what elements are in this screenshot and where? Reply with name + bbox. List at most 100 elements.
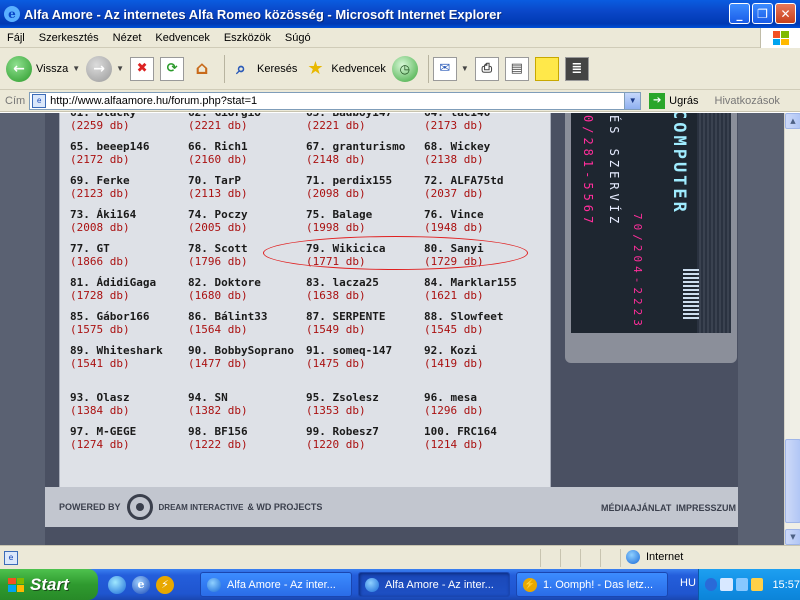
tray-app-icon[interactable]: [751, 578, 764, 591]
ad-banner[interactable]: 0/281-5567 ÉS SZERVÍZ 70/204-2223 COMPUT…: [571, 113, 731, 333]
discuss-button[interactable]: [534, 56, 559, 81]
member-name[interactable]: 85. Gábor166: [70, 310, 182, 323]
member-name[interactable]: 67. granturismo: [306, 140, 418, 153]
winamp-icon[interactable]: ⚡: [156, 575, 174, 594]
post-count: (1575 db): [70, 323, 130, 336]
member-name[interactable]: 75. Balage: [306, 208, 418, 221]
links-label[interactable]: Hivatkozások: [715, 95, 780, 107]
post-count: (1545 db): [424, 323, 484, 336]
member-name[interactable]: 89. Whiteshark: [70, 344, 182, 357]
home-button[interactable]: ⌂: [190, 57, 214, 81]
member-name[interactable]: 69. Ferke: [70, 174, 182, 187]
menu-tools[interactable]: Eszközök: [217, 32, 278, 44]
member-name[interactable]: 70. TarP: [188, 174, 300, 187]
back-button[interactable]: ← Vissza ▼: [6, 55, 80, 82]
print-button[interactable]: ⎙: [474, 56, 499, 81]
member-name[interactable]: 65. beeep146: [70, 140, 182, 153]
ad-phone-2: 70/204-2223: [631, 213, 644, 330]
stat-entry: 73. Áki164 (2008 db): [70, 208, 182, 234]
member-name[interactable]: 71. perdix155: [306, 174, 418, 187]
chevron-down-icon[interactable]: ▼: [624, 92, 641, 109]
edit-button[interactable]: ▤: [504, 56, 529, 81]
language-indicator[interactable]: HU: [680, 577, 696, 589]
member-name[interactable]: 94. SN: [188, 391, 300, 404]
impresszum-link[interactable]: IMPRESSZUM: [676, 503, 736, 513]
refresh-button[interactable]: ⟳: [160, 56, 185, 81]
member-name[interactable]: 95. Zsolesz: [306, 391, 418, 404]
post-count: (1353 db): [306, 404, 366, 417]
member-name[interactable]: 68. Wickey: [424, 140, 536, 153]
dream-interactive-link[interactable]: DREAM INTERACTIVE: [159, 503, 244, 512]
desktop-icon[interactable]: [108, 575, 126, 594]
address-input[interactable]: e http://www.alfaamore.hu/forum.php?stat…: [29, 91, 642, 110]
member-name[interactable]: 74. Poczy: [188, 208, 300, 221]
history-icon: ◷: [391, 55, 418, 82]
scroll-down-button[interactable]: ▼: [785, 529, 800, 545]
chevron-down-icon[interactable]: ▼: [461, 64, 469, 73]
member-name[interactable]: 91. someq-147: [306, 344, 418, 357]
member-name[interactable]: 87. SERPENTE: [306, 310, 418, 323]
stop-button[interactable]: ✖: [130, 56, 155, 81]
post-count: (1419 db): [424, 357, 484, 370]
member-name[interactable]: 99. Robesz7: [306, 425, 418, 438]
menu-view[interactable]: Nézet: [106, 32, 149, 44]
member-name[interactable]: 97. M-GEGE: [70, 425, 182, 438]
task-button-2[interactable]: Alfa Amore - Az inter...: [358, 572, 510, 597]
member-name[interactable]: 76. Vince: [424, 208, 536, 221]
member-name[interactable]: 93. Olasz: [70, 391, 182, 404]
favorites-button[interactable]: ★ Kedvencek: [303, 57, 386, 81]
start-button[interactable]: Start: [0, 569, 98, 600]
media-offer-link[interactable]: MÉDIAAJÁNLAT: [601, 503, 671, 513]
member-name[interactable]: 86. Bálint33: [188, 310, 300, 323]
tray-arrow-icon[interactable]: [705, 578, 718, 591]
address-url[interactable]: http://www.alfaamore.hu/forum.php?stat=1: [50, 95, 624, 107]
member-name[interactable]: 72. ALFA75td: [424, 174, 536, 187]
member-name[interactable]: 77. GT: [70, 242, 182, 255]
member-name[interactable]: 90. BobbySoprano: [188, 344, 300, 357]
ie-icon: [207, 577, 221, 592]
dream-logo-icon[interactable]: [126, 494, 153, 520]
volume-icon[interactable]: [735, 578, 749, 591]
task-button-1[interactable]: Alfa Amore - Az inter...: [200, 572, 352, 597]
wd-projects-link[interactable]: & WD PROJECTS: [247, 502, 322, 512]
forward-button[interactable]: → ▼: [86, 55, 124, 82]
member-name[interactable]: 92. Kozi: [424, 344, 536, 357]
network-icon[interactable]: [720, 578, 733, 591]
member-name[interactable]: 98. BF156: [188, 425, 300, 438]
stat-entry: 77. GT (1866 db): [70, 242, 182, 268]
member-name[interactable]: 73. Áki164: [70, 208, 182, 221]
close-button[interactable]: ✕: [775, 3, 796, 24]
vertical-scrollbar[interactable]: ▲ ▼: [784, 113, 800, 545]
minimize-button[interactable]: _: [729, 3, 750, 24]
member-name[interactable]: 82. Doktore: [188, 276, 300, 289]
menu-favorites[interactable]: Kedvencek: [148, 32, 216, 44]
chevron-down-icon[interactable]: ▼: [116, 64, 124, 73]
menu-edit[interactable]: Szerkesztés: [32, 32, 106, 44]
menu-help[interactable]: Súgó: [278, 32, 318, 44]
search-button[interactable]: ⌕ Keresés: [229, 57, 297, 81]
restore-button[interactable]: ❐: [752, 3, 773, 24]
member-name[interactable]: 81. ÁdidiGaga: [70, 276, 182, 289]
stat-entry: 89. Whiteshark (1541 db): [70, 344, 182, 370]
menu-file[interactable]: Fájl: [0, 32, 32, 44]
post-count: (2005 db): [188, 221, 248, 234]
stat-entry: 68. Wickey (2138 db): [424, 140, 536, 166]
task-button-3[interactable]: ⚡ 1. Oomph! - Das letz...: [516, 572, 668, 597]
ie-icon[interactable]: e: [132, 575, 150, 594]
mail-button[interactable]: ✉ ▼: [432, 56, 469, 81]
history-button[interactable]: ◷: [391, 55, 418, 82]
scroll-up-button[interactable]: ▲: [785, 113, 800, 129]
page-viewport: 61. Blacky(2259 db) 62. Giorgio(2221 db) 6…: [0, 113, 784, 545]
member-name[interactable]: 88. Slowfeet: [424, 310, 536, 323]
scroll-thumb[interactable]: [785, 439, 800, 523]
member-name[interactable]: 96. mesa: [424, 391, 536, 404]
member-name[interactable]: 66. Rich1: [188, 140, 300, 153]
chevron-down-icon[interactable]: ▼: [72, 64, 80, 73]
member-name[interactable]: 83. lacza25: [306, 276, 418, 289]
research-button[interactable]: ≣: [564, 56, 589, 81]
go-button[interactable]: ➔ Ugrás: [649, 92, 699, 109]
page-footer: POWERED BY DREAM INTERACTIVE & WD PROJEC…: [45, 487, 738, 527]
member-name[interactable]: 84. Marklar155: [424, 276, 536, 289]
windows-logo-icon: [760, 28, 800, 48]
member-name[interactable]: 100. FRC164: [424, 425, 536, 438]
